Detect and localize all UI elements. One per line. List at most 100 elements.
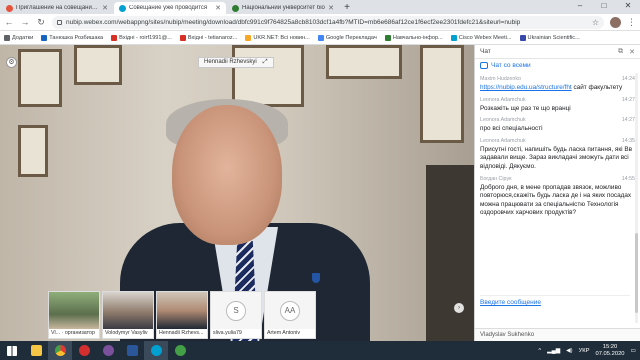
- app-icon: [174, 345, 186, 356]
- scroll-right-icon[interactable]: ›: [454, 303, 464, 313]
- message-author: Leonora Adamchuk: [480, 137, 526, 144]
- active-speaker-name: Hennadii Rzhevskyi: [204, 59, 257, 65]
- clock[interactable]: 15:20 07.05.2020: [596, 344, 625, 358]
- taskbar-explorer[interactable]: [24, 341, 48, 360]
- chat-title: Чат: [480, 48, 491, 55]
- taskbar-app[interactable]: [168, 341, 192, 360]
- video-settings-icon[interactable]: ⚙: [6, 57, 17, 68]
- volume-icon[interactable]: ◀): [566, 348, 572, 354]
- bookmark-favicon-icon: [384, 34, 391, 41]
- chat-recipient-label: Чат со всеми: [491, 62, 531, 69]
- popout-icon[interactable]: ⧉: [618, 48, 623, 56]
- viber-icon: [102, 345, 114, 356]
- tab-strip: Приглашение на совещание: Ha ✕ Совещание…: [0, 0, 640, 14]
- tab-0[interactable]: Приглашение на совещание: Ha ✕: [1, 2, 113, 14]
- chat-footer-name: Vladyslav Sukhenko: [475, 328, 640, 341]
- message-time: 14:35: [621, 137, 635, 144]
- close-tab-icon[interactable]: ✕: [102, 4, 108, 12]
- participant-name: Artem Antoniv: [265, 329, 315, 338]
- tab-favicon-icon: [119, 4, 126, 12]
- clock-date: 07.05.2020: [595, 350, 625, 357]
- message-text: Розкажіть ще раз те що вранці: [480, 104, 571, 112]
- new-tab-button[interactable]: +: [341, 2, 353, 14]
- message-time: 14:24: [621, 76, 635, 82]
- menu-icon[interactable]: ⋮: [627, 17, 636, 28]
- tray-arrow-icon[interactable]: ^: [538, 348, 541, 354]
- close-tab-icon[interactable]: ✕: [215, 4, 221, 12]
- forward-icon[interactable]: →: [20, 17, 30, 27]
- tab-1[interactable]: Совещание уже проводится ✕: [114, 2, 226, 14]
- tab-favicon-icon: [232, 4, 239, 12]
- tab-favicon-icon: [6, 4, 13, 12]
- wall-certificate: [18, 125, 48, 177]
- browser-toolbar: ← → ↻ nubip.webex.com/webappng/sites/nub…: [0, 14, 640, 31]
- bookmark-item[interactable]: Навчально-інфор...: [384, 34, 443, 41]
- network-icon[interactable]: ▂▄▆: [547, 348, 560, 354]
- taskbar-viber[interactable]: [96, 341, 120, 360]
- reload-icon[interactable]: ↻: [36, 17, 46, 28]
- system-tray: ^ ▂▄▆ ◀) УКР 15:20 07.05.2020 ▭: [538, 341, 636, 360]
- participant-tile[interactable]: Vl... · организатор: [48, 291, 100, 339]
- close-tab-icon[interactable]: ✕: [328, 4, 334, 12]
- mail-icon: [111, 34, 118, 41]
- taskbar-webex[interactable]: [144, 341, 168, 360]
- taskbar-opera[interactable]: [72, 341, 96, 360]
- tab-title: Совещание уже проводится: [129, 5, 208, 11]
- address-bar[interactable]: nubip.webex.com/webappng/sites/nubip/mee…: [52, 15, 604, 29]
- participant-tile[interactable]: AA Artem Antoniv: [264, 291, 316, 339]
- chat-input[interactable]: Введите сообщение: [480, 295, 630, 309]
- chat-recipient[interactable]: Чат со всеми: [475, 59, 640, 72]
- message-author: Богдан Сірук: [480, 175, 512, 182]
- message-author: Maxim Hudzenko: [480, 76, 521, 82]
- message-text: Доброго дня, в мене пропадав звязок, мож…: [480, 183, 632, 217]
- participant-tile[interactable]: Volodymyr Vasyliv: [102, 291, 154, 339]
- bookmark-item[interactable]: Додатки: [4, 34, 33, 41]
- message-link[interactable]: https://nubip.edu.ua/structure/fht: [480, 84, 572, 91]
- participant-tile[interactable]: S sliva.yulia79: [210, 291, 262, 339]
- language-indicator[interactable]: УКР: [579, 348, 590, 354]
- bookmarks-bar: Додатки Танюшка Розбишака Вхідні - roirf…: [0, 31, 640, 45]
- bookmark-favicon-icon: [41, 34, 48, 41]
- wall-certificate: [326, 45, 402, 79]
- minimize-button[interactable]: –: [568, 0, 592, 12]
- message-text: Присутні гості, напишіть будь ласка пита…: [480, 145, 632, 170]
- bookmark-item[interactable]: Вхідні - roirf1991@...: [111, 34, 172, 41]
- chat-scrollbar[interactable]: [635, 73, 638, 323]
- participant-name: Hennadii Rzhevs...: [157, 329, 207, 338]
- message-text: сайт факультету: [571, 84, 623, 91]
- participant-video: [49, 292, 99, 329]
- participant-strip: Vl... · организатор Volodymyr Vasyliv He…: [48, 291, 316, 339]
- tab-2[interactable]: Національний університет біо ✕: [227, 2, 339, 14]
- bookmark-item[interactable]: UKR.NET: Всі новин...: [245, 34, 310, 41]
- expand-icon[interactable]: ⤢: [263, 58, 268, 67]
- chat-header: Чат ⧉ ✕: [475, 45, 640, 59]
- maximize-button[interactable]: □: [592, 0, 616, 12]
- bookmark-item[interactable]: Cisco Webex Meeti...: [450, 34, 512, 41]
- message-time: 14:27: [621, 96, 635, 103]
- lock-icon: [57, 19, 62, 25]
- notifications-icon[interactable]: ▭: [631, 348, 636, 354]
- participant-video: [157, 292, 207, 329]
- participant-tile[interactable]: Hennadii Rzhevs...: [156, 291, 208, 339]
- taskbar-chrome[interactable]: [48, 341, 72, 360]
- bookmark-item[interactable]: Вхідні - tetianaroz...: [179, 34, 237, 41]
- bookmark-item[interactable]: Танюшка Розбишака: [41, 34, 103, 41]
- bookmark-star-icon[interactable]: ☆: [592, 18, 599, 27]
- clock-time: 15:20: [602, 343, 618, 350]
- participant-name: Volodymyr Vasyliv: [103, 329, 153, 338]
- word-icon: [126, 345, 138, 356]
- close-window-button[interactable]: ✕: [616, 0, 640, 12]
- back-icon[interactable]: ←: [4, 17, 14, 27]
- chat-message: Богдан Сірук 14:55 Доброго дня, в мене пр…: [480, 176, 635, 218]
- start-button[interactable]: [0, 341, 24, 360]
- profile-avatar[interactable]: [610, 16, 621, 28]
- taskbar-word[interactable]: [120, 341, 144, 360]
- bookmark-item[interactable]: Google Перекладач: [317, 34, 377, 41]
- chrome-icon: [54, 345, 66, 356]
- chat-message: Leonora Adamchuk 14:27 про всі спеціально…: [480, 117, 635, 134]
- close-chat-icon[interactable]: ✕: [629, 48, 635, 56]
- participant-initials: AA: [280, 301, 300, 321]
- bookmark-item[interactable]: Ukrainian Scientific...: [519, 34, 580, 41]
- tab-title: Національний університет біо: [242, 5, 325, 11]
- participant-video: [103, 292, 153, 329]
